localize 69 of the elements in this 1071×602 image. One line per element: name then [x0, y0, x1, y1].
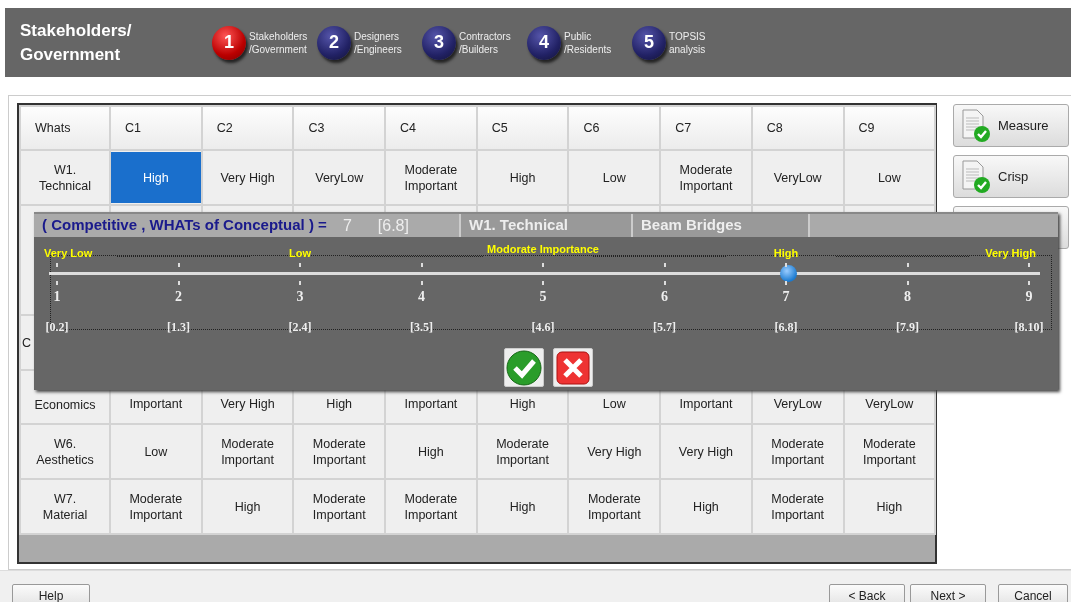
- column-header: C4: [385, 106, 477, 150]
- step-number[interactable]: 1: [212, 25, 246, 60]
- step-number[interactable]: 5: [632, 25, 666, 60]
- range-label: [1.3]: [167, 319, 190, 336]
- footer-button[interactable]: Cancel: [998, 584, 1068, 602]
- footer-button[interactable]: < Back: [829, 584, 905, 602]
- scale-label: Very Low: [44, 246, 93, 261]
- scale-label: High: [773, 246, 799, 261]
- column-header: C2: [201, 106, 294, 150]
- side-button[interactable]: Measure: [953, 104, 1069, 147]
- row-label: W1. Technical: [38, 161, 92, 194]
- column-header: C3: [293, 106, 386, 150]
- row-label: Economics: [34, 397, 96, 413]
- step-label[interactable]: Stakeholders /Government: [249, 29, 317, 56]
- document-check-icon: [960, 108, 992, 143]
- row-label: C: [22, 334, 32, 351]
- alternative-field: Beam Bridges: [631, 214, 808, 237]
- cancel-button[interactable]: [553, 348, 593, 387]
- confirm-button[interactable]: [504, 348, 544, 387]
- column-header: C5: [476, 106, 569, 150]
- scale-label: Modorate Importance: [487, 242, 599, 257]
- document-check-icon: [960, 159, 992, 194]
- scale-number: 8: [904, 288, 911, 306]
- range-label: [3.5]: [410, 319, 433, 336]
- column-header: C7: [660, 106, 752, 150]
- step-number[interactable]: 4: [527, 25, 561, 60]
- slider-track[interactable]: [49, 265, 1040, 282]
- step-number[interactable]: 2: [317, 25, 351, 60]
- column-header: C9: [843, 106, 936, 150]
- side-button[interactable]: Crisp: [953, 155, 1069, 198]
- check-icon: [506, 349, 542, 386]
- footer-button[interactable]: Next >: [910, 584, 986, 602]
- scale-number: 5: [539, 288, 547, 306]
- page-title: Stakeholders/ Government: [19, 19, 133, 66]
- dialog-title: ( Competitive , WHATs of Conceptual ) =: [42, 215, 327, 236]
- column-header: C1: [110, 106, 202, 150]
- range-label: [8.10]: [1014, 319, 1044, 336]
- value-text: 7: [342, 215, 352, 236]
- scale-label: Very High: [985, 246, 1036, 261]
- step-label[interactable]: Public /Residents: [564, 29, 632, 56]
- range-text: [6.8]: [377, 215, 409, 236]
- range-label: [7.9]: [896, 319, 919, 336]
- step-label[interactable]: Designers /Engineers: [354, 29, 422, 56]
- range-label: [6.8]: [774, 319, 798, 336]
- criterion-field: W1. Technical: [459, 214, 631, 237]
- column-header: Whats: [20, 106, 110, 150]
- row-label: W7. Material: [42, 490, 88, 523]
- range-label: [0.2]: [45, 319, 69, 336]
- step-number[interactable]: 3: [422, 25, 456, 60]
- column-header: C8: [751, 106, 844, 150]
- step-label[interactable]: TOPSIS analysis: [669, 29, 737, 56]
- scale-number: 2: [175, 288, 182, 306]
- range-label: [4.6]: [531, 319, 555, 336]
- range-label: [2.4]: [288, 319, 312, 336]
- slider-thumb[interactable]: [780, 265, 798, 282]
- scale-number: 6: [661, 288, 668, 306]
- step-label[interactable]: Contractors /Builders: [459, 29, 527, 56]
- scale-number: 7: [782, 288, 790, 306]
- table-cell[interactable]: High: [111, 152, 201, 203]
- column-header: C6: [568, 106, 661, 150]
- scale-label: Low: [289, 246, 311, 261]
- scale-number: 1: [53, 288, 61, 306]
- close-icon: [556, 350, 590, 385]
- footer-button[interactable]: Help: [12, 584, 90, 602]
- scale-number: 9: [1025, 288, 1033, 306]
- scale-number: 3: [296, 288, 304, 306]
- row-label: W6. Aesthetics: [36, 435, 94, 468]
- scale-number: 4: [418, 288, 425, 306]
- range-label: [5.7]: [653, 319, 676, 336]
